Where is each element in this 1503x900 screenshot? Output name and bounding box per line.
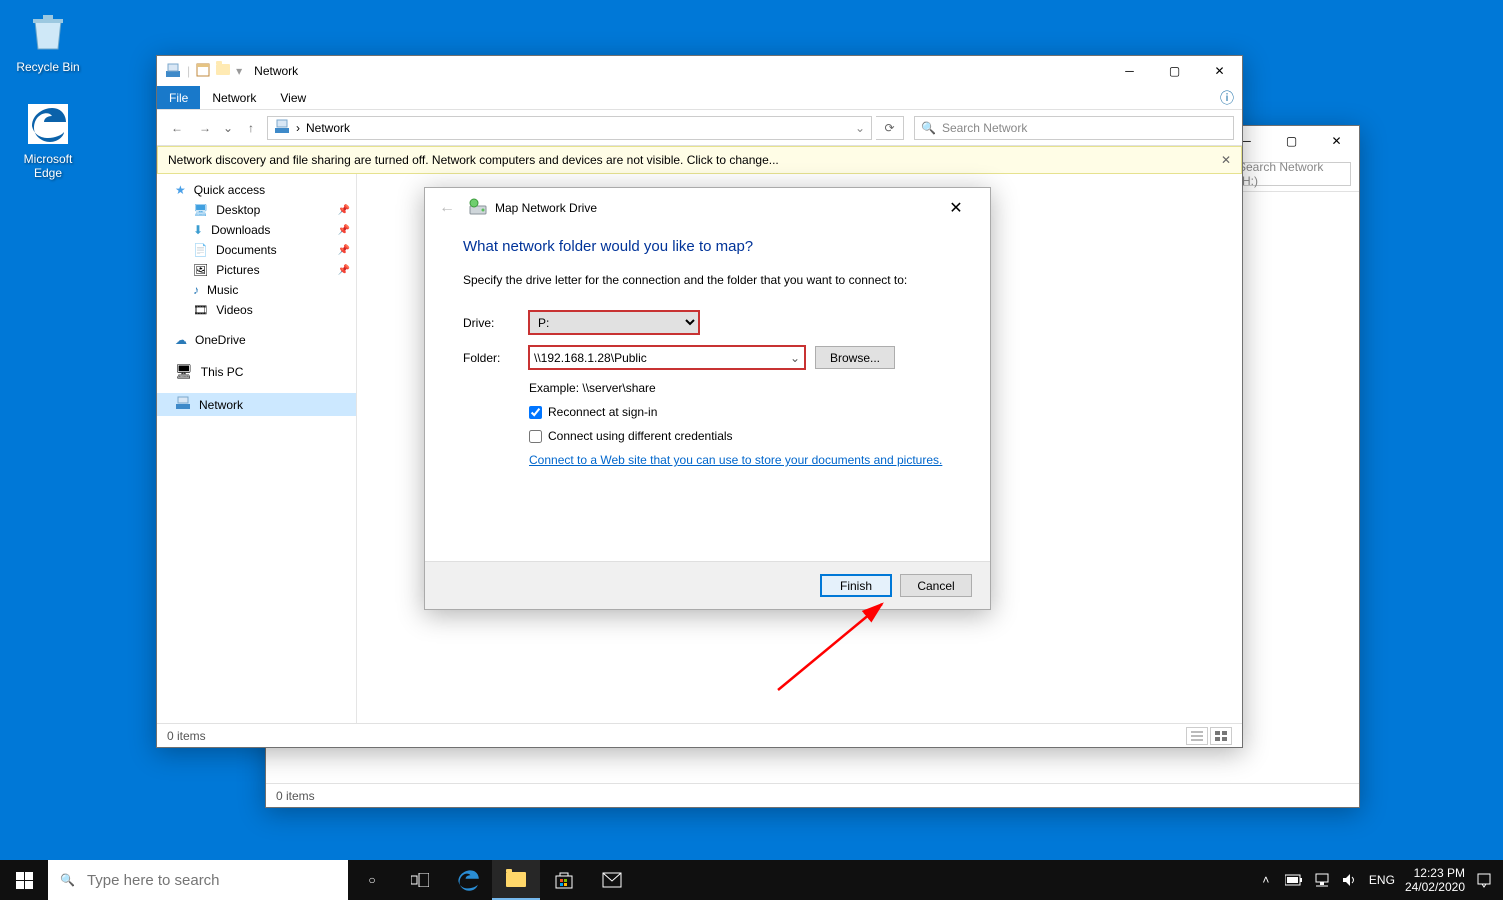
reconnect-label: Reconnect at sign-in xyxy=(548,405,657,419)
tray-clock[interactable]: 12:23 PM 24/02/2020 xyxy=(1405,866,1465,895)
taskbar-edge[interactable] xyxy=(444,860,492,900)
pin-icon: 📌 xyxy=(338,245,350,256)
edge-icon xyxy=(24,100,72,148)
tray-chevron-up-icon[interactable]: ˄ xyxy=(1257,871,1275,889)
nav-back[interactable]: ← xyxy=(165,116,189,140)
desktop-icon-edge[interactable]: Microsoft Edge xyxy=(10,100,86,180)
nav-music[interactable]: ♪Music xyxy=(157,280,356,300)
back-icon: ← xyxy=(439,199,455,217)
tab-file[interactable]: File xyxy=(157,86,200,109)
nav-forward[interactable]: → xyxy=(193,116,217,140)
pin-icon: 📌 xyxy=(338,265,350,276)
folder-combobox[interactable]: \\192.168.1.28\Public ⌄ xyxy=(529,346,805,369)
maximize-button[interactable]: ▢ xyxy=(1269,126,1314,156)
nav-quick-access[interactable]: ★Quick access xyxy=(157,180,356,200)
taskbar-file-explorer[interactable] xyxy=(492,860,540,900)
nav-this-pc[interactable]: This PC xyxy=(157,360,356,383)
tray-battery-icon[interactable] xyxy=(1285,871,1303,889)
drive-icon xyxy=(469,198,487,219)
nav-downloads[interactable]: ⬇Downloads📌 xyxy=(157,220,356,240)
dialog-title: Map Network Drive xyxy=(495,201,597,215)
taskbar-store[interactable] xyxy=(540,860,588,900)
dialog-titlebar[interactable]: ← Map Network Drive ✕ xyxy=(425,188,990,228)
explorer-app-icon xyxy=(165,62,181,81)
reconnect-row: Reconnect at sign-in xyxy=(529,405,952,419)
folder-label: Folder: xyxy=(463,351,529,365)
recycle-bin-icon xyxy=(24,8,72,56)
browse-button[interactable]: Browse... xyxy=(815,346,895,369)
status-items-label: 0 items xyxy=(167,729,206,743)
info-bar[interactable]: Network discovery and file sharing are t… xyxy=(157,146,1242,174)
nav-up[interactable]: ↑ xyxy=(239,116,263,140)
address-bar[interactable]: › Network ⌄ xyxy=(267,116,872,140)
view-details-button[interactable] xyxy=(1186,727,1208,745)
view-large-button[interactable] xyxy=(1210,727,1232,745)
nav-recent[interactable]: ⌄ xyxy=(221,116,235,140)
taskbar: 🔍 ○ ˄ ENG 12:23 PM 24/02/2020 xyxy=(0,860,1503,900)
tab-network[interactable]: Network xyxy=(200,86,268,109)
help-icon[interactable]: ⓘ xyxy=(1212,86,1242,109)
cancel-button[interactable]: Cancel xyxy=(900,574,972,597)
cortana-button[interactable]: ○ xyxy=(348,860,396,900)
qat-properties-icon[interactable] xyxy=(196,63,210,80)
status-items-label: 0 items xyxy=(276,789,315,803)
close-button[interactable]: ✕ xyxy=(1314,126,1359,156)
dialog-heading: What network folder would you like to ma… xyxy=(463,238,952,255)
infobar-close-icon[interactable]: ✕ xyxy=(1221,153,1231,167)
window-title: Network xyxy=(254,64,298,78)
search-icon: 🔍 xyxy=(60,873,75,887)
pin-icon: 📌 xyxy=(338,205,350,216)
reconnect-checkbox[interactable] xyxy=(529,406,542,419)
task-view-button[interactable] xyxy=(396,860,444,900)
network-icon xyxy=(274,118,290,137)
tab-view[interactable]: View xyxy=(268,86,318,109)
close-button[interactable]: ✕ xyxy=(1197,56,1242,86)
pin-icon: 📌 xyxy=(338,225,350,236)
taskbar-search[interactable]: 🔍 xyxy=(48,860,348,900)
drive-select[interactable]: P: xyxy=(529,311,699,334)
connect-website-link[interactable]: Connect to a Web site that you can use t… xyxy=(529,453,942,467)
example-text: Example: \\server\share xyxy=(529,381,952,395)
dialog-footer: Finish Cancel xyxy=(425,561,990,609)
system-tray: ˄ ENG 12:23 PM 24/02/2020 xyxy=(1257,860,1503,900)
search-box[interactable]: 🔍 Search Network xyxy=(914,116,1234,140)
different-credentials-checkbox[interactable] xyxy=(529,430,542,443)
desktop-icon-recycle-bin[interactable]: Recycle Bin xyxy=(10,8,86,74)
nav-onedrive[interactable]: ☁OneDrive xyxy=(157,330,356,350)
ribbon-tabs: File Network View ⓘ xyxy=(157,86,1242,110)
different-credentials-label: Connect using different credentials xyxy=(548,429,733,443)
nav-videos[interactable]: 🎞Videos xyxy=(157,300,356,320)
status-bar: 0 items xyxy=(157,723,1242,747)
start-button[interactable] xyxy=(0,860,48,900)
nav-documents[interactable]: 📄Documents📌 xyxy=(157,240,356,260)
tray-network-icon[interactable] xyxy=(1313,871,1331,889)
finish-button[interactable]: Finish xyxy=(820,574,892,597)
chevron-down-icon[interactable]: ⌄ xyxy=(790,351,800,365)
drive-label: Drive: xyxy=(463,316,529,330)
map-network-drive-dialog: ← Map Network Drive ✕ What network folde… xyxy=(424,187,991,610)
taskbar-mail[interactable] xyxy=(588,860,636,900)
refresh-button[interactable]: ⟳ xyxy=(876,116,904,140)
tray-language[interactable]: ENG xyxy=(1369,873,1395,887)
nav-network[interactable]: Network xyxy=(157,393,356,416)
taskbar-search-input[interactable] xyxy=(87,872,336,889)
nav-pictures[interactable]: 🖼Pictures📌 xyxy=(157,260,356,280)
nav-desktop[interactable]: 🖥Desktop📌 xyxy=(157,200,356,220)
tray-notifications-icon[interactable] xyxy=(1475,871,1493,889)
dialog-close-button[interactable]: ✕ xyxy=(936,188,976,228)
dialog-instruction: Specify the drive letter for the connect… xyxy=(463,273,952,287)
minimize-button[interactable]: ─ xyxy=(1107,56,1152,86)
tray-volume-icon[interactable] xyxy=(1341,871,1359,889)
qat-newfolder-icon[interactable] xyxy=(216,64,230,78)
titlebar[interactable]: | ▾ Network ─ ▢ ✕ xyxy=(157,56,1242,86)
search-back[interactable]: Search Network (H:) xyxy=(1231,162,1351,186)
maximize-button[interactable]: ▢ xyxy=(1152,56,1197,86)
diffcred-row: Connect using different credentials xyxy=(529,429,952,443)
navigation-pane: ★Quick access 🖥Desktop📌 ⬇Downloads📌 📄Doc… xyxy=(157,174,357,723)
search-icon: 🔍 xyxy=(921,121,936,135)
